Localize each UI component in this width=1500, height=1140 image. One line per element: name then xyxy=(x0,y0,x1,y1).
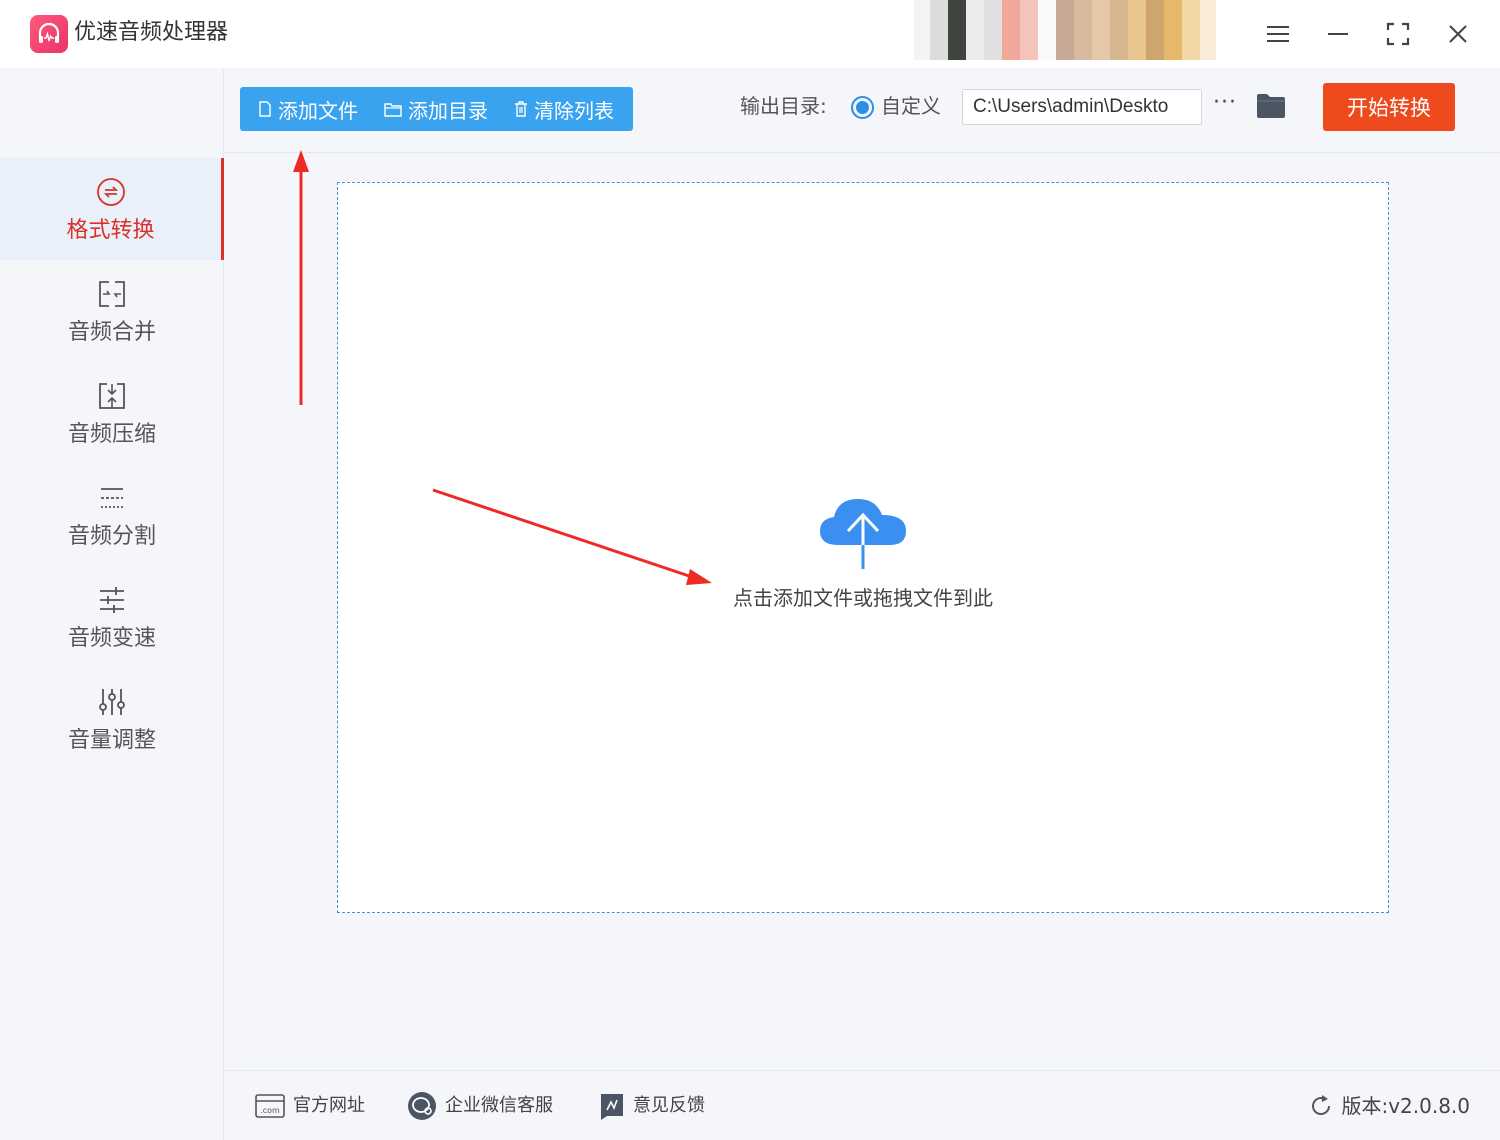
refresh-icon xyxy=(1312,1095,1331,1115)
sidebar-item-label: 音频压缩 xyxy=(67,422,156,447)
file-icon xyxy=(259,101,271,117)
file-drop-zone[interactable]: 点击添加文件或拖拽文件到此 xyxy=(337,182,1389,913)
minimize-button[interactable] xyxy=(1318,14,1358,54)
sidebar-item-audio-speed[interactable]: 音频变速 xyxy=(0,566,224,668)
sidebar-item-label: 音频合并 xyxy=(67,320,156,345)
wechat-support-label: 企业微信客服 xyxy=(445,1095,553,1116)
menu-button[interactable] xyxy=(1258,14,1298,54)
feedback-label: 意见反馈 xyxy=(633,1095,705,1116)
sidebar-item-audio-merge[interactable]: 音频合并 xyxy=(0,260,224,362)
output-path-input[interactable]: C:\Users\admin\Deskto xyxy=(962,89,1202,125)
sidebar-item-label: 格式转换 xyxy=(66,218,155,243)
official-website-link[interactable]: .com 官方网址 xyxy=(255,1091,365,1121)
folder-icon xyxy=(1257,94,1285,118)
clear-list-label: 清除列表 xyxy=(534,98,614,123)
radio-selected-dot xyxy=(856,101,869,114)
app-title: 优速音频处理器 xyxy=(74,20,229,45)
merge-icon xyxy=(96,278,128,310)
version-label: 版本:v2.0.8.0 xyxy=(1341,1094,1470,1118)
official-website-label: 官方网址 xyxy=(293,1095,365,1116)
website-icon: .com xyxy=(255,1094,285,1118)
custom-output-radio[interactable] xyxy=(851,96,874,119)
svg-text:.com: .com xyxy=(260,1106,280,1115)
more-options-button[interactable]: ··· xyxy=(1213,88,1237,118)
cloud-upload-icon xyxy=(820,499,906,569)
output-dir-label: 输出目录: xyxy=(740,94,827,118)
toolbar: 添加文件 添加目录 清除列表 输出目录: 自定义 C:\Users\admin\… xyxy=(225,68,1500,153)
blurred-user-info xyxy=(914,0,1236,60)
menu-icon xyxy=(1267,26,1289,42)
version-info: 版本:v2.0.8.0 xyxy=(1309,1091,1470,1121)
wechat-icon xyxy=(408,1092,436,1120)
clear-list-button[interactable]: 清除列表 xyxy=(514,87,614,131)
add-folder-label: 添加目录 xyxy=(408,98,488,123)
drop-zone-hint: 点击添加文件或拖拽文件到此 xyxy=(733,586,993,610)
custom-output-label: 自定义 xyxy=(881,94,941,118)
volume-icon xyxy=(96,686,128,718)
feedback-link[interactable]: 意见反馈 xyxy=(599,1091,705,1121)
speed-icon xyxy=(96,584,128,616)
add-file-button[interactable]: 添加文件 xyxy=(258,87,358,131)
close-button[interactable] xyxy=(1438,14,1478,54)
close-icon xyxy=(1449,25,1467,43)
sidebar-item-label: 音频变速 xyxy=(67,626,156,651)
add-folder-button[interactable]: 添加目录 xyxy=(384,87,488,131)
sidebar-item-label: 音量调整 xyxy=(67,728,156,753)
add-file-label: 添加文件 xyxy=(278,98,358,123)
footer: .com 官方网址 企业微信客服 意见反馈 版本:v2.0.8.0 xyxy=(225,1070,1500,1140)
minimize-icon xyxy=(1328,33,1348,35)
sidebar-item-volume-adjust[interactable]: 音量调整 xyxy=(0,668,224,770)
sidebar: 格式转换 音频合并 音频压缩 音频分割 音频变速 音量调整 xyxy=(0,68,224,1140)
feedback-icon xyxy=(601,1094,623,1120)
sidebar-item-audio-split[interactable]: 音频分割 xyxy=(0,464,224,566)
start-convert-button[interactable]: 开始转换 xyxy=(1323,83,1455,131)
maximize-button[interactable] xyxy=(1378,14,1418,54)
split-icon xyxy=(96,482,128,514)
trash-icon xyxy=(515,101,527,117)
arrow-up-head xyxy=(293,150,309,172)
folder-outline-icon xyxy=(384,103,402,117)
convert-icon xyxy=(95,176,127,208)
file-button-group: 添加文件 添加目录 清除列表 xyxy=(240,87,633,131)
compress-icon xyxy=(96,380,128,412)
headphones-icon xyxy=(38,22,60,43)
open-folder-button[interactable] xyxy=(1256,93,1286,123)
title-bar: 优速音频处理器 xyxy=(0,0,1500,68)
sidebar-item-label: 音频分割 xyxy=(67,524,156,549)
app-logo xyxy=(30,15,68,53)
sidebar-item-audio-compress[interactable]: 音频压缩 xyxy=(0,362,224,464)
maximize-icon xyxy=(1386,22,1410,46)
wechat-support-link[interactable]: 企业微信客服 xyxy=(407,1091,553,1121)
sidebar-item-format-convert[interactable]: 格式转换 xyxy=(0,158,224,260)
